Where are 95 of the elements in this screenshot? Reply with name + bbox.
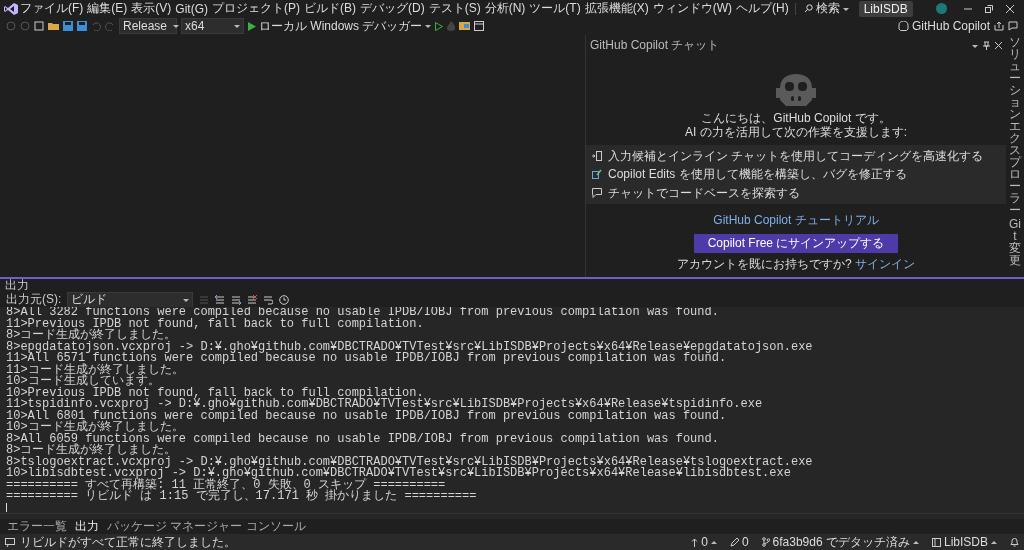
log-line: 10>Previous IPDB not found, fall back to full compilation. xyxy=(6,387,424,399)
next-message-icon[interactable] xyxy=(231,294,242,305)
solution-name: LibISDB xyxy=(858,0,913,17)
edits-count[interactable]: 0 xyxy=(729,535,749,549)
caret-icon xyxy=(183,296,190,303)
feedback-icon[interactable] xyxy=(1008,21,1018,31)
new-item-icon[interactable] xyxy=(34,21,44,31)
search-button[interactable]: 検索 xyxy=(799,0,853,18)
feature-text: チャットでコードベースを探索する xyxy=(608,185,800,200)
greeting-text: こんにちは、GitHub Copilot です。 xyxy=(700,111,892,126)
panel-title: 出力 xyxy=(4,279,30,292)
menu-item[interactable]: テスト(S) xyxy=(426,0,483,18)
share-icon[interactable] xyxy=(994,21,1004,31)
panel-tab[interactable]: パッケージ マネージャー コンソール xyxy=(103,518,310,535)
status-icon xyxy=(5,537,15,547)
play-icon xyxy=(248,21,256,31)
save-all-icon[interactable] xyxy=(77,21,87,31)
output-source-dropdown[interactable]: ビルド xyxy=(67,291,194,308)
panel-title: GitHub Copilot チャット xyxy=(590,37,720,54)
clear-all-icon[interactable] xyxy=(247,294,258,305)
panel-tab[interactable]: エラー一覧 xyxy=(3,518,71,535)
text-cursor xyxy=(6,502,7,512)
clock-icon[interactable] xyxy=(279,294,290,305)
horizontal-scrollbar[interactable] xyxy=(0,513,1024,519)
inline-suggest-icon xyxy=(592,151,602,161)
pending-changes[interactable]: 0 xyxy=(691,535,717,549)
feature-text: Copilot Edits を使用して機能を構築し、バグを修正する xyxy=(608,167,907,182)
menu-item[interactable]: ツール(T) xyxy=(527,0,583,18)
menu-item[interactable]: 編集(E) xyxy=(85,0,130,18)
caret-icon xyxy=(425,23,432,29)
save-icon[interactable] xyxy=(63,21,73,31)
repository-selector[interactable]: LibISDB xyxy=(931,535,997,549)
menu-item[interactable]: ファイル(F) xyxy=(18,0,86,18)
caret-icon xyxy=(912,539,919,545)
pencil-icon xyxy=(729,537,739,547)
log-line: ========== リビルド は 1:15 で完了し、17.171 秒 掛かりました ========== xyxy=(6,491,478,503)
signup-button[interactable]: Copilot Free にサインアップする xyxy=(693,234,899,253)
platform-dropdown[interactable]: x64 xyxy=(181,18,244,34)
source-label: 出力元(S): xyxy=(6,291,62,306)
caret-icon xyxy=(173,23,180,29)
menu-item[interactable]: 拡張機能(X) xyxy=(582,0,651,18)
menu-item[interactable]: プロジェクト(P) xyxy=(210,0,302,18)
caret-icon xyxy=(234,23,240,29)
copilot-logo-icon xyxy=(774,72,818,109)
pin-icon[interactable] xyxy=(983,41,990,50)
dropdown-icon[interactable] xyxy=(972,42,978,49)
log-line: 10>libisdbtest.vcxproj -> D:¥.gho¥github.com¥DBCTRADO¥TVTest¥src¥LibISDB¥Projects¥x64¥Release¥libisdbtest.exe xyxy=(6,468,791,480)
word-wrap-icon[interactable] xyxy=(263,294,274,305)
play-outline-icon[interactable] xyxy=(435,21,444,31)
log-line: 8>コード生成が終了しました。 xyxy=(6,445,178,457)
log-line: 11>tspidinfo.vcxproj -> D:¥.gho¥github.com¥DBCTRADO¥TVTest¥src¥LibISDB¥Projects¥x64¥Release¥tspidinfo.exe xyxy=(6,399,764,411)
signin-link[interactable]: サインイン xyxy=(855,257,915,271)
log-line: 8>コード生成が終了しました。 xyxy=(6,330,177,342)
log-line: 10>コード生成が終了しました。 xyxy=(6,422,185,434)
open-folder-icon[interactable] xyxy=(48,21,59,31)
bell-icon[interactable] xyxy=(1010,537,1019,547)
menu-item[interactable]: 表示(V) xyxy=(129,0,174,18)
menu-item[interactable]: Git(G) xyxy=(173,0,210,17)
menu-item[interactable]: デバッグ(D) xyxy=(358,0,427,18)
app-logo-icon xyxy=(4,2,18,15)
menu-item[interactable]: 分析(N) xyxy=(482,0,528,18)
feature-text: 入力候補とインライン チャットを使用してコーディングを高速化する xyxy=(608,148,984,164)
account-prompt: アカウントを既にお持ちですか? サインイン xyxy=(677,256,915,273)
menu-item[interactable]: ウィンドウ(W) xyxy=(650,0,734,18)
up-arrow-icon xyxy=(691,537,699,547)
branch-icon xyxy=(761,537,770,547)
log-line: 10>コード生成しています。 xyxy=(6,376,160,388)
caret-icon xyxy=(842,5,849,12)
search-icon xyxy=(803,4,813,13)
configuration-dropdown[interactable]: Release xyxy=(119,18,177,34)
close-icon[interactable] xyxy=(995,42,1002,49)
start-debugging-button[interactable]: ローカル Windows デバッガー xyxy=(248,17,432,35)
status-message: リビルドがすべて正常に終了しました。 xyxy=(20,533,236,550)
side-tab[interactable]: ソリューションエクスプローラー xyxy=(1009,36,1021,216)
close-icon[interactable] xyxy=(1006,4,1014,13)
caret-icon xyxy=(710,539,717,545)
greeting-text: AI の力を活用して次の作業を支援します: xyxy=(685,125,907,140)
tutorial-link[interactable]: GitHub Copilot チュートリアル xyxy=(713,212,879,229)
chat-icon xyxy=(592,187,602,198)
caret-icon xyxy=(991,539,997,545)
log-line: 8>epgdatatojson.vcxproj -> D:¥.gho¥github.com¥DBCTRADO¥TVTest¥src¥LibISDB¥Projects¥x64¥Release¥epgdatatojson.exe xyxy=(6,341,814,353)
edit-icon xyxy=(592,169,602,180)
copilot-button[interactable]: GitHub Copilot xyxy=(897,19,990,33)
branch-selector[interactable]: 6fa3b9d6 でデタッチ済み xyxy=(761,533,919,550)
restore-icon[interactable] xyxy=(985,4,993,13)
log-line: 8>All 3282 functions were compiled because no usable IPDB/IOBJ from previous compilation was found. xyxy=(6,307,720,319)
log-line: 8>tslogoextract.vcxproj -> D:¥.gho¥github.com¥DBCTRADO¥TVTest¥src¥LibISDB¥Projects¥x64¥Release¥tslogoextract.exe xyxy=(6,456,814,468)
side-tab[interactable]: Git変更 xyxy=(1009,218,1021,266)
window-layout-icon[interactable] xyxy=(474,21,485,31)
class-view-icon[interactable] xyxy=(459,21,471,31)
account-avatar[interactable] xyxy=(936,3,947,14)
previous-message-icon[interactable] xyxy=(215,294,226,305)
repository-icon xyxy=(931,537,941,547)
menu-item[interactable]: ヘルプ(H) xyxy=(734,0,791,18)
menu-item[interactable]: ビルド(B) xyxy=(302,0,358,18)
